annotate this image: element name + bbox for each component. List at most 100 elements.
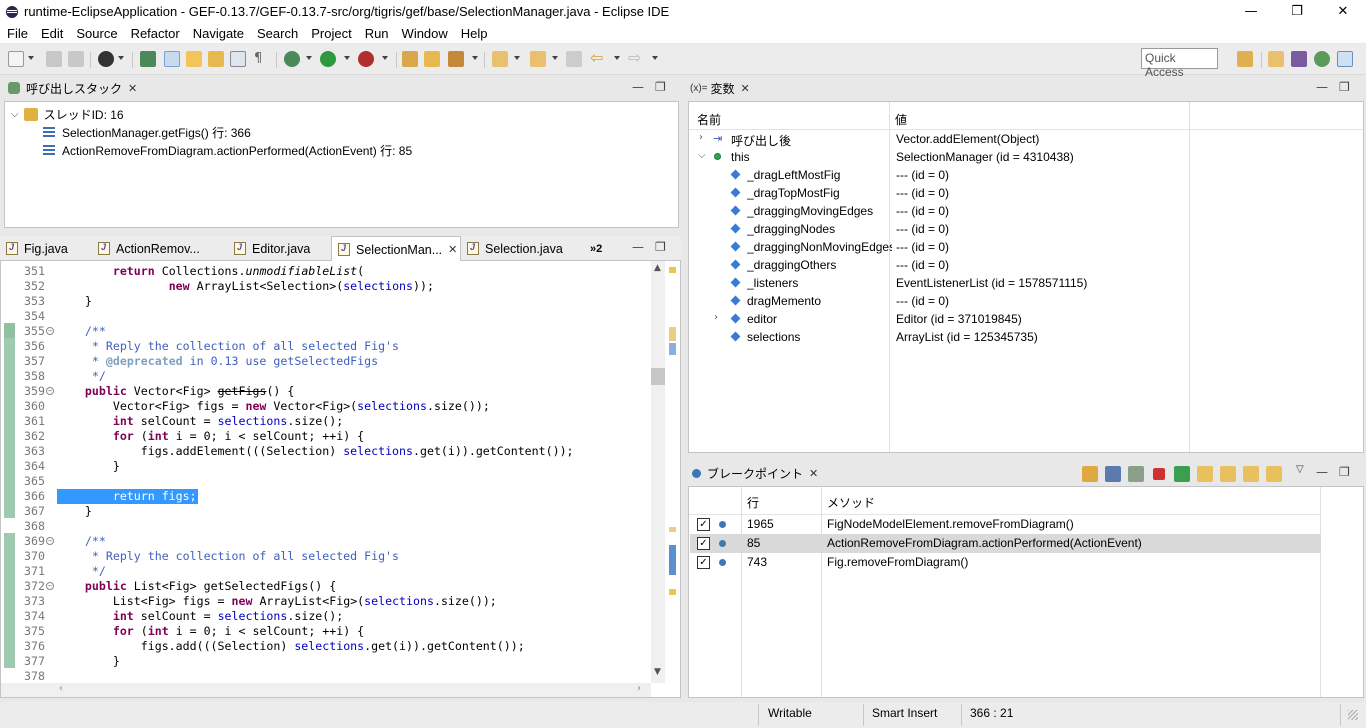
external-tools-icon[interactable] — [358, 51, 374, 67]
toggle-mark-icon[interactable] — [164, 51, 180, 67]
minimize-view-button[interactable]: — — [1316, 465, 1328, 479]
code-line[interactable]: 365 — [1, 474, 651, 489]
menu-edit[interactable]: Edit — [34, 26, 69, 41]
breakpoint-checkbox[interactable]: ✓ — [697, 556, 710, 569]
variable-row[interactable]: _draggingOthers --- (id = 0) — [690, 256, 1359, 274]
step-into-icon[interactable] — [1197, 466, 1213, 482]
vertical-scrollbar[interactable]: ▲ ▼ — [651, 261, 665, 683]
thread-node[interactable]: ⌵ スレッドID: 16 — [11, 105, 124, 123]
menu-navigate[interactable]: Navigate — [186, 26, 250, 41]
code-line[interactable]: 357 * @deprecated in 0.13 use getSelecte… — [1, 354, 651, 369]
tab-selection-java[interactable]: Selection.java — [461, 236, 571, 261]
prev-annotation-icon[interactable] — [530, 51, 546, 67]
code-line[interactable]: 354 — [1, 309, 651, 324]
close-icon[interactable]: ✕ — [741, 82, 750, 95]
java-browsing-icon[interactable] — [1291, 51, 1307, 67]
name-column-header[interactable]: 名前 — [697, 111, 721, 128]
code-line[interactable]: 362 for (int i = 0; i < selCount; ++i) { — [1, 429, 651, 444]
menu-run[interactable]: Run — [358, 26, 395, 41]
breakpoint-checkbox[interactable]: ✓ — [697, 537, 710, 550]
open-folder-icon[interactable] — [424, 51, 440, 67]
run-icon[interactable] — [320, 51, 336, 67]
skip-all-icon[interactable] — [1128, 466, 1144, 482]
debug-perspective-icon[interactable] — [1314, 51, 1330, 67]
minimize-view-button[interactable]: — — [632, 80, 644, 94]
open-type-icon[interactable] — [208, 51, 224, 67]
maximize-view-button[interactable]: ❐ — [655, 80, 666, 94]
tab-fig-java[interactable]: Fig.java — [0, 236, 92, 261]
code-line[interactable]: 370 * Reply the collection of all select… — [1, 549, 651, 564]
code-line[interactable]: 374 int selCount = selections.size(); — [1, 609, 651, 624]
code-line[interactable]: 364 } — [1, 459, 651, 474]
method-column-header[interactable]: メソッド — [827, 494, 875, 511]
collapse-icon[interactable]: ⌵ — [698, 150, 706, 161]
variable-row[interactable]: _dragLeftMostFig --- (id = 0) — [690, 166, 1359, 184]
code-line[interactable]: 356 * Reply the collection of all select… — [1, 339, 651, 354]
code-line[interactable]: 361 int selCount = selections.size(); — [1, 414, 651, 429]
expand-icon[interactable]: › — [714, 312, 718, 323]
value-column-header[interactable]: 値 — [895, 111, 907, 128]
code-line[interactable]: 352 new ArrayList<Selection>(selections)… — [1, 279, 651, 294]
variable-row[interactable]: _draggingNonMovingEdges --- (id = 0) — [690, 238, 1359, 256]
maximize-view-button[interactable]: ❐ — [1339, 465, 1350, 479]
skip-breakpoints-icon[interactable] — [140, 51, 156, 67]
fold-toggle-icon[interactable]: − — [46, 327, 54, 335]
new-icon[interactable] — [8, 51, 24, 67]
variable-row[interactable]: › editor Editor (id = 371019845) — [690, 310, 1359, 328]
menu-search[interactable]: Search — [250, 26, 304, 41]
maximize-button[interactable]: ❐ — [1274, 0, 1320, 23]
close-icon[interactable]: ✕ — [809, 467, 818, 480]
maximize-view-button[interactable]: ❐ — [1339, 80, 1350, 94]
fold-toggle-icon[interactable]: − — [46, 387, 54, 395]
breakpoint-row[interactable]: ✓ 1965 FigNodeModelElement.removeFromDiagr… — [690, 515, 1321, 534]
new-package-icon[interactable] — [402, 51, 418, 67]
code-line[interactable]: 376 figs.add(((Selection) selections.get… — [1, 639, 651, 654]
horizontal-scrollbar[interactable]: ‹ › — [1, 683, 651, 697]
line-column-header[interactable]: 行 — [747, 494, 759, 511]
drop-to-frame-icon[interactable] — [1266, 466, 1282, 482]
variable-row[interactable]: _listeners EventListenerList (id = 157857… — [690, 274, 1359, 292]
search-tool-icon[interactable] — [448, 51, 464, 67]
menu-project[interactable]: Project — [304, 26, 357, 41]
breakpoint-row[interactable]: ✓ 743 Fig.removeFromDiagram() — [690, 553, 1321, 572]
code-line[interactable]: 368 — [1, 519, 651, 534]
code-line[interactable]: 373 List<Fig> figs = new ArrayList<Fig>(… — [1, 594, 651, 609]
open-breakpoint-icon[interactable] — [1082, 466, 1098, 482]
breakpoint-row[interactable]: ✓ 85 ActionRemoveFromDiagram.actionPerform… — [690, 534, 1321, 553]
step-return-icon[interactable] — [1243, 466, 1259, 482]
highlight-icon[interactable] — [186, 51, 202, 67]
code-line[interactable]: 358 */ — [1, 369, 651, 384]
tab-selectionmanager[interactable]: SelectionMan... ✕ — [331, 236, 461, 262]
last-edit-icon[interactable] — [566, 51, 582, 67]
variable-row[interactable]: › ⇥ 呼び出し後 Vector.addElement(Object) — [690, 130, 1359, 148]
variable-row[interactable]: _draggingNodes --- (id = 0) — [690, 220, 1359, 238]
code-line[interactable]: 351 return Collections.unmodifiableList( — [1, 264, 651, 279]
expand-icon[interactable]: › — [699, 132, 703, 143]
variable-row[interactable]: _dragTopMostFig --- (id = 0) — [690, 184, 1359, 202]
menu-window[interactable]: Window — [395, 26, 454, 41]
debug-icon[interactable] — [284, 51, 300, 67]
code-line[interactable]: 375 for (int i = 0; i < selCount; ++i) { — [1, 624, 651, 639]
close-icon[interactable]: ✕ — [128, 82, 137, 95]
minimize-view-button[interactable]: — — [1316, 80, 1328, 94]
tab-overflow[interactable]: »2 — [584, 236, 614, 261]
code-line[interactable]: 377 } — [1, 654, 651, 669]
resource-perspective-icon[interactable] — [1337, 51, 1353, 67]
code-line[interactable]: 366 return figs; — [24, 489, 198, 504]
stack-frame[interactable]: ActionRemoveFromDiagram.actionPerformed(… — [43, 141, 412, 159]
fold-toggle-icon[interactable]: − — [46, 582, 54, 590]
next-annotation-icon[interactable] — [492, 51, 508, 67]
code-line[interactable]: 369 /** − — [1, 534, 651, 549]
terminate-icon[interactable] — [1153, 468, 1165, 480]
tab-actionremove[interactable]: ActionRemov... — [92, 236, 228, 261]
user-icon[interactable] — [98, 51, 114, 67]
menu-refactor[interactable]: Refactor — [124, 26, 186, 41]
menu-file[interactable]: File — [0, 26, 34, 41]
code-editor[interactable]: 351 return Collections.unmodifiableList(… — [0, 261, 681, 698]
back-icon[interactable]: ⇦ — [590, 50, 606, 67]
maximize-view-button[interactable]: ❐ — [655, 240, 666, 254]
code-line[interactable]: 378 — [1, 669, 651, 684]
resume-icon[interactable] — [1174, 466, 1190, 482]
save-icon[interactable] — [46, 51, 62, 67]
quick-access-input[interactable]: Quick Access — [1141, 48, 1218, 79]
